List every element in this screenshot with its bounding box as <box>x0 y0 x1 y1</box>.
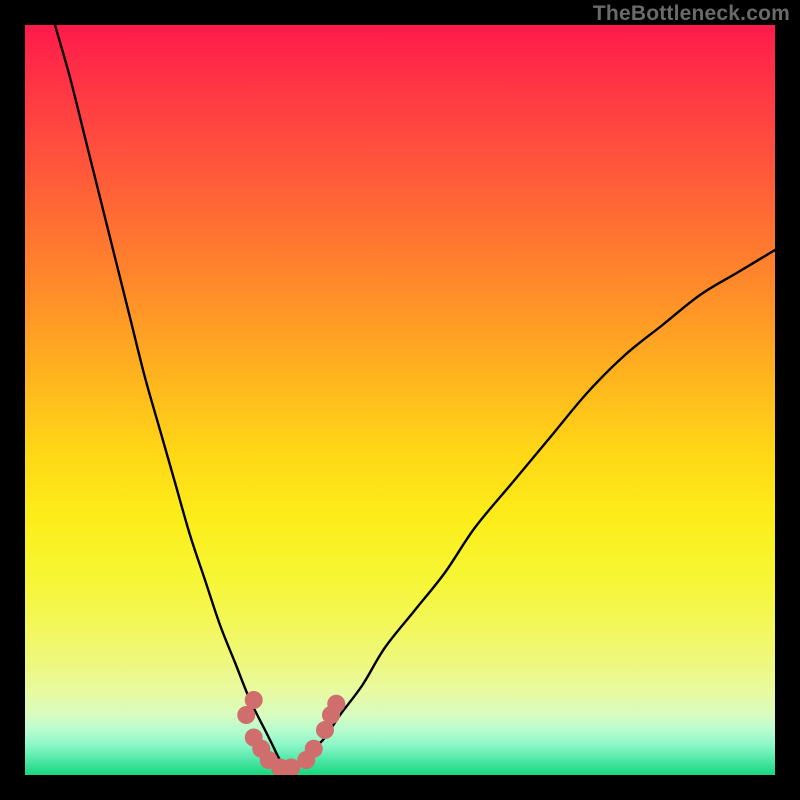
left-curve <box>55 25 295 775</box>
plot-area <box>25 25 775 775</box>
valley-marker-dot <box>305 740 323 758</box>
valley-markers <box>237 691 345 775</box>
chart-frame: TheBottleneck.com <box>0 0 800 800</box>
watermark-text: TheBottleneck.com <box>593 2 790 26</box>
valley-marker-dot <box>245 691 263 709</box>
right-curve <box>280 250 775 775</box>
valley-marker-dot <box>327 695 345 713</box>
left-curve <box>55 25 295 775</box>
curves-layer <box>25 25 775 775</box>
right-curve <box>280 250 775 775</box>
